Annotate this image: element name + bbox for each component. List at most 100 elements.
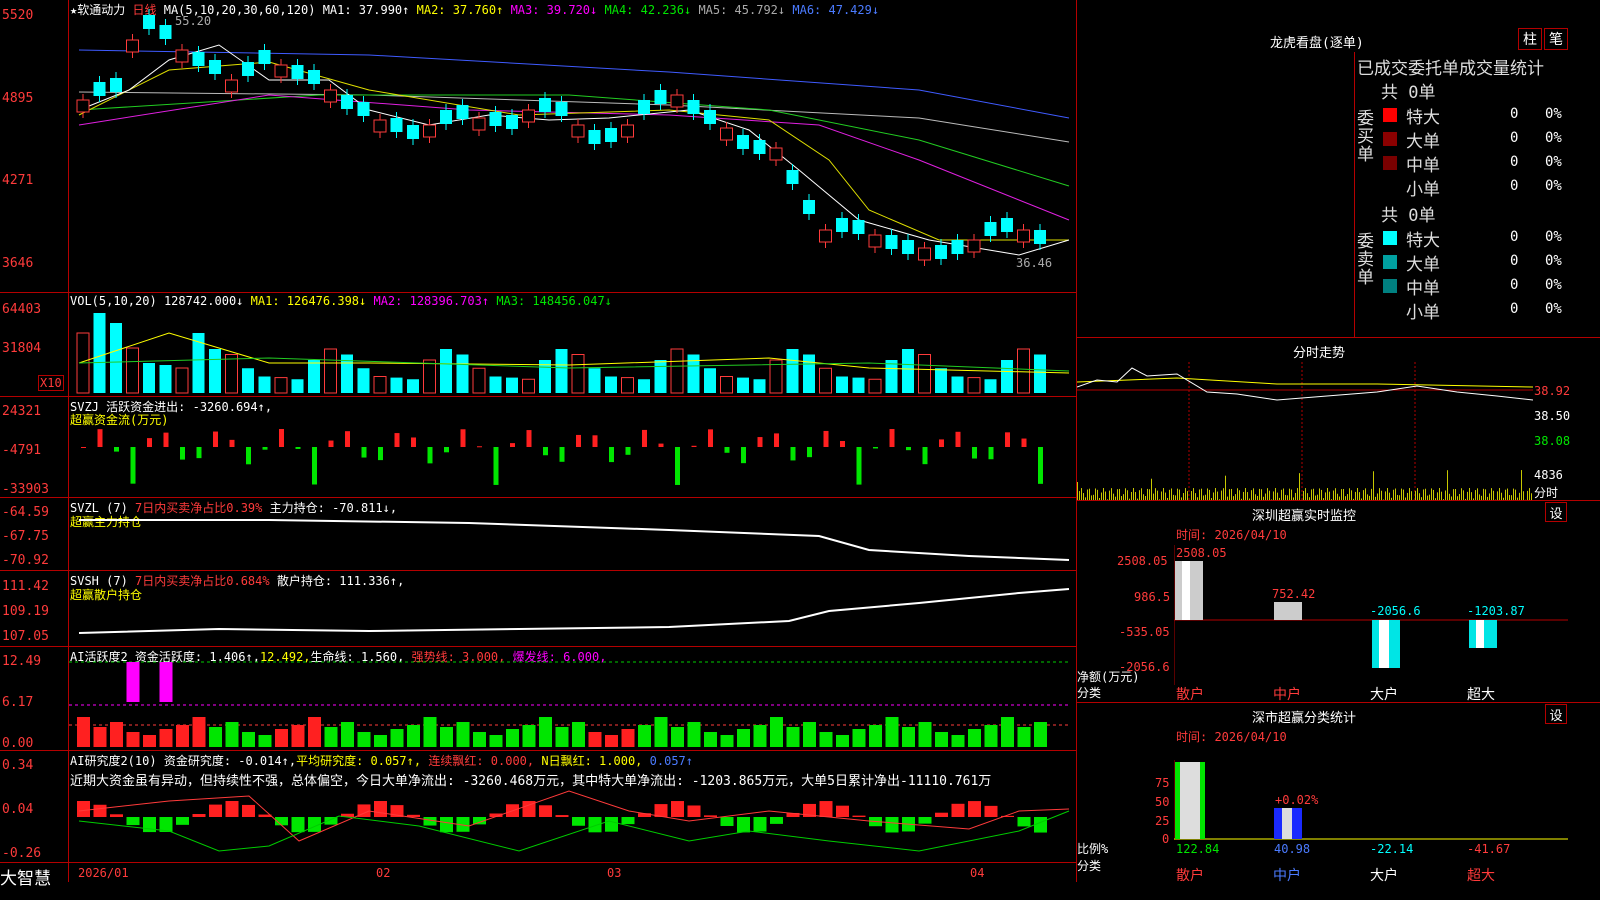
stat2-ylabel: 比例%	[1077, 842, 1109, 856]
chart-mark	[1167, 497, 1168, 500]
chart-mark	[984, 725, 998, 747]
chart-mark	[572, 817, 585, 826]
ai1-tick: 6.17	[2, 695, 34, 710]
color-swatch	[1383, 255, 1397, 269]
svsh-tick: 109.19	[2, 604, 49, 619]
chart-mark	[1257, 495, 1258, 500]
chart-mark	[803, 354, 815, 393]
chart-mark	[77, 801, 90, 817]
chart-mark	[180, 447, 185, 460]
chart-mark	[493, 447, 499, 485]
chart-mark	[935, 245, 947, 259]
volume-chart[interactable]	[69, 293, 1076, 396]
order-type-label: 特大	[1406, 108, 1440, 128]
chart-mark	[1081, 488, 1082, 500]
vol-tick: 64403	[2, 302, 42, 317]
mon-xlabel: 分类	[1077, 686, 1102, 700]
stat2-tick: 75	[1155, 776, 1170, 790]
chart-mark	[1243, 491, 1244, 500]
chart-mark	[1519, 492, 1520, 500]
chart-mark	[341, 95, 353, 109]
activity-chart[interactable]	[69, 647, 1076, 750]
chart-mark	[1461, 488, 1462, 500]
chart-mark	[972, 447, 977, 459]
chart-mark	[1217, 491, 1218, 500]
main-holding-chart[interactable]	[69, 498, 1076, 570]
chart-mark	[1515, 489, 1516, 500]
chart-mark	[229, 439, 235, 447]
chart-mark	[1349, 488, 1350, 500]
chart-mark	[1201, 488, 1202, 500]
chart-mark	[373, 376, 387, 394]
chart-mark	[1513, 488, 1514, 500]
chart-mark	[720, 127, 733, 141]
chart-mark	[1453, 489, 1454, 500]
chart-mark	[984, 379, 997, 393]
chart-mark	[126, 732, 140, 747]
chart-mark	[951, 240, 964, 254]
chart-mark	[1443, 499, 1444, 500]
cls-label: 大户	[1370, 687, 1398, 703]
chart-mark	[559, 447, 565, 462]
mon-val: 2508.05	[1176, 546, 1227, 560]
chart-mark	[1209, 489, 1210, 500]
order-pct: 0%	[1545, 106, 1562, 122]
svzj-tick: -33903	[2, 482, 49, 497]
chart-mark	[819, 732, 833, 747]
chart-mark	[753, 725, 767, 747]
chart-mark	[242, 62, 254, 76]
stat2-settings-button[interactable]: 设	[1545, 704, 1567, 724]
chart-mark	[1511, 495, 1512, 500]
chart-mark	[110, 814, 123, 817]
chart-mark	[1249, 498, 1250, 500]
ai1-tick: 12.49	[2, 654, 42, 669]
intraday-chart[interactable]	[1077, 362, 1533, 500]
bar-mode-button[interactable]: 柱	[1518, 28, 1542, 50]
chart-mark	[1115, 496, 1116, 500]
chart-mark	[1175, 495, 1176, 500]
chart-mark	[704, 732, 717, 747]
class-stat-chart[interactable]	[1174, 760, 1568, 842]
tick-mode-button[interactable]: 笔	[1544, 28, 1568, 50]
chart-mark	[1001, 360, 1013, 393]
mon-val: 752.42	[1272, 587, 1316, 601]
chart-mark	[823, 430, 829, 447]
chart-mark	[1241, 498, 1242, 500]
order-pct: 0%	[1545, 130, 1562, 146]
stat2-tick: 50	[1155, 795, 1170, 809]
svzl-tick: -70.92	[2, 553, 49, 568]
order-count: 0	[1510, 106, 1519, 122]
chart-mark	[1425, 488, 1426, 500]
chart-mark	[638, 725, 651, 747]
chart-mark	[489, 376, 502, 393]
fs-vol: 4836	[1534, 468, 1563, 482]
chart-mark	[671, 801, 684, 817]
date-tick: 03	[607, 866, 622, 880]
cls-label: 散户	[1176, 687, 1204, 703]
date-tick: 04	[970, 866, 985, 880]
chart-mark	[163, 432, 169, 447]
retail-holding-chart[interactable]	[69, 571, 1076, 646]
chart-mark	[1451, 496, 1452, 500]
chart-mark	[1339, 496, 1340, 500]
chart-mark	[1493, 490, 1494, 500]
chart-mark	[836, 376, 848, 393]
chart-mark	[1323, 498, 1324, 500]
monitor-settings-button[interactable]: 设	[1545, 502, 1567, 522]
fs-title: 分时走势	[1293, 346, 1346, 361]
brand-logo[interactable]: 大智慧	[0, 864, 51, 889]
chart-mark	[856, 447, 862, 485]
chart-mark	[522, 725, 536, 747]
capital-flow-chart[interactable]	[69, 397, 1076, 497]
chart-mark	[1229, 489, 1230, 500]
chart-mark	[159, 729, 173, 747]
chart-mark	[1101, 492, 1102, 500]
chart-mark	[258, 735, 272, 747]
chart-mark	[312, 447, 317, 485]
research-chart[interactable]	[69, 751, 1076, 862]
chart-mark	[1449, 493, 1450, 500]
chart-mark	[1133, 488, 1134, 500]
candlestick-chart[interactable]	[69, 0, 1076, 292]
chart-mark	[1317, 494, 1318, 500]
order-pct: 0%	[1545, 229, 1562, 245]
